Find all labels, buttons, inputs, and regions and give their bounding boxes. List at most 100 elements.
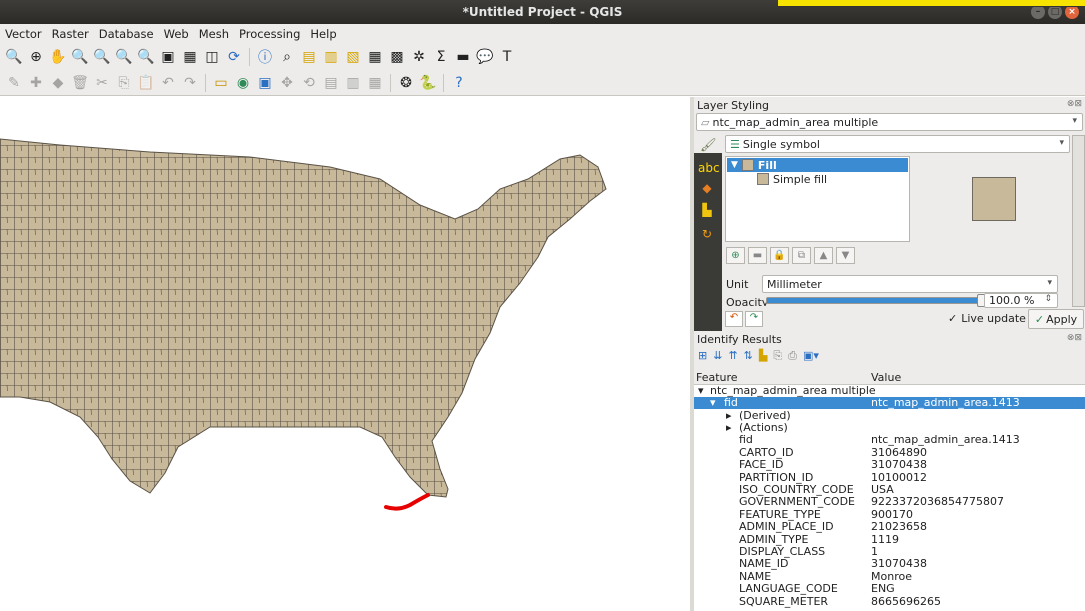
unpin-label-icon[interactable]: ▦ xyxy=(365,73,385,93)
measure-icon[interactable]: ▬ xyxy=(453,47,473,67)
expand-tree-icon[interactable]: ⊞ xyxy=(698,349,707,363)
new-map-view-icon[interactable]: ▣ xyxy=(158,47,178,67)
attribute-row[interactable]: GOVERNMENT_CODE 9223372036854775807 xyxy=(694,495,1085,508)
duplicate-layer-icon[interactable]: ⧉ xyxy=(792,247,811,264)
new-3d-view-icon[interactable]: ▦ xyxy=(180,47,200,67)
add-layer-icon[interactable]: ⊕ xyxy=(726,247,745,264)
history-tab-icon[interactable]: ↻ xyxy=(698,227,716,243)
attribute-row[interactable]: FACE_ID 31070438 xyxy=(694,458,1085,471)
map-canvas[interactable] xyxy=(0,97,690,611)
apply-button[interactable]: ✓ Apply xyxy=(1028,309,1084,329)
select-icon[interactable]: ▤ xyxy=(299,47,319,67)
minimize-button[interactable]: – xyxy=(1031,5,1045,19)
live-update-checkbox[interactable]: ✓ Live update xyxy=(948,312,1026,325)
unit-select[interactable]: Millimeter ▾ xyxy=(762,275,1058,293)
vertex-tool-icon[interactable]: ◆ xyxy=(48,73,68,93)
expand-new-icon[interactable]: ⇊ xyxy=(713,349,722,363)
layer-select[interactable]: ▱ ntc_map_admin_area multiple ▾ xyxy=(696,113,1083,131)
menu-processing[interactable]: Processing xyxy=(234,27,305,41)
menu-vector[interactable]: Vector xyxy=(0,27,47,41)
menu-mesh[interactable]: Mesh xyxy=(194,27,234,41)
attribute-row[interactable]: ADMIN_PLACE_ID 21023658 xyxy=(694,520,1085,533)
paste-icon[interactable]: 📋 xyxy=(136,73,156,93)
open-table-icon[interactable]: ▦ xyxy=(365,47,385,67)
usa-counties-map[interactable] xyxy=(0,97,690,611)
copy-feature-icon[interactable]: ⎘ xyxy=(773,349,782,363)
select-features-icon[interactable]: ▙ xyxy=(759,349,767,363)
print-icon[interactable]: ⎙ xyxy=(788,349,797,363)
identify-icon[interactable]: ⓘ xyxy=(255,47,275,67)
fid-row[interactable]: ▾ fid ntc_map_admin_area.1413 xyxy=(694,396,1085,410)
styling-scrollbar[interactable] xyxy=(1072,135,1085,307)
expand-all-icon[interactable]: ⇈ xyxy=(728,349,737,363)
opacity-slider[interactable] xyxy=(766,294,989,307)
attribute-row[interactable]: SQUARE_METER 8665696265 xyxy=(694,595,1085,608)
redo-icon[interactable]: ↷ xyxy=(180,73,200,93)
change-label-icon[interactable]: ▤ xyxy=(321,73,341,93)
show-label-icon[interactable]: ▣ xyxy=(255,73,275,93)
opacity-spinbox[interactable]: 100.0 % ⇕ xyxy=(984,293,1058,308)
identify-dropdown-icon[interactable]: ⌕ xyxy=(277,47,297,67)
cut-icon[interactable]: ✂ xyxy=(92,73,112,93)
select-all-icon[interactable]: ▧ xyxy=(343,47,363,67)
menu-help[interactable]: Help xyxy=(305,27,341,41)
move-up-icon[interactable]: ▲ xyxy=(814,247,833,264)
tree-item-simple-fill[interactable]: Simple fill xyxy=(727,172,908,186)
copy-icon[interactable]: ⎘ xyxy=(114,73,134,93)
sum-icon[interactable]: Σ xyxy=(431,47,451,67)
panel-close-icon[interactable]: ⊗⊠ xyxy=(1067,99,1082,109)
undo-icon[interactable]: ↶ xyxy=(158,73,178,93)
diagrams-tab-icon[interactable]: ▙ xyxy=(698,203,716,219)
identify-mode-icon[interactable]: ▣▾ xyxy=(803,349,819,363)
attribute-value: ENG xyxy=(871,582,895,596)
zoom-selection-icon[interactable]: 🔍 xyxy=(92,47,112,67)
value-column-header[interactable]: Value xyxy=(871,371,901,384)
python-icon[interactable]: 🐍 xyxy=(418,73,438,93)
single-symbol-icon: ☰ xyxy=(730,137,740,151)
zoom-layer-icon[interactable]: 🔍 xyxy=(70,47,90,67)
zoom-last-icon[interactable]: 🔍 xyxy=(114,47,134,67)
expand-down-icon: ▼ xyxy=(731,160,738,170)
label-icon[interactable]: ▭ xyxy=(211,73,231,93)
feature-column-header[interactable]: Feature xyxy=(696,371,738,384)
label-property-icon[interactable]: ▥ xyxy=(343,73,363,93)
maximize-button[interactable]: □ xyxy=(1048,5,1062,19)
panel-close-icon[interactable]: ⊗⊠ xyxy=(1067,333,1082,343)
redo-style-icon[interactable]: ↷ xyxy=(745,311,763,327)
zoom-out-icon[interactable]: 🔍 xyxy=(4,47,24,67)
pan-icon[interactable]: ✋ xyxy=(48,47,68,67)
move-down-icon[interactable]: ▼ xyxy=(836,247,855,264)
3d-view-tab-icon[interactable]: ◆ xyxy=(698,181,716,197)
statistics-icon[interactable]: ▩ xyxy=(387,47,407,67)
lock-layer-icon[interactable]: 🔒 xyxy=(770,247,789,264)
menu-database[interactable]: Database xyxy=(94,27,159,41)
attribute-row[interactable]: fid ntc_map_admin_area.1413 xyxy=(694,433,1085,446)
temporal-icon[interactable]: ◫ xyxy=(202,47,222,67)
renderer-select[interactable]: ☰ Single symbol ▾ xyxy=(725,135,1070,153)
refresh-icon[interactable]: ⟳ xyxy=(224,47,244,67)
undo-style-icon[interactable]: ↶ xyxy=(725,311,743,327)
digitize-icon[interactable]: ✎ xyxy=(4,73,24,93)
menu-raster[interactable]: Raster xyxy=(47,27,94,41)
tree-item-fill[interactable]: ▼ Fill xyxy=(727,158,908,172)
zoom-next-icon[interactable]: 🔍 xyxy=(136,47,156,67)
remove-layer-icon[interactable]: ▬ xyxy=(748,247,767,264)
map-tips-icon[interactable]: 💬 xyxy=(475,47,495,67)
help-icon[interactable]: ? xyxy=(449,73,469,93)
add-feature-icon[interactable]: ✚ xyxy=(26,73,46,93)
labels-tab-icon[interactable]: abc xyxy=(698,161,720,177)
rotate-label-icon[interactable]: ⟲ xyxy=(299,73,319,93)
close-button[interactable]: × xyxy=(1065,5,1079,19)
pin-label-icon[interactable]: ◉ xyxy=(233,73,253,93)
zoom-full-icon[interactable]: ⊕ xyxy=(26,47,46,67)
text-annotation-icon[interactable]: T xyxy=(497,47,517,67)
delete-icon[interactable]: 🗑 xyxy=(70,73,90,93)
attribute-row[interactable]: LANGUAGE_CODE ENG xyxy=(694,582,1085,596)
diagram-icon[interactable]: ❂ xyxy=(396,73,416,93)
attribute-row[interactable]: NAME_ID 31070438 xyxy=(694,557,1085,570)
move-label-icon[interactable]: ✥ xyxy=(277,73,297,93)
field-calc-icon[interactable]: ✲ xyxy=(409,47,429,67)
collapse-all-icon[interactable]: ⇅ xyxy=(744,349,753,363)
deselect-icon[interactable]: ▥ xyxy=(321,47,341,67)
menu-web[interactable]: Web xyxy=(159,27,194,41)
